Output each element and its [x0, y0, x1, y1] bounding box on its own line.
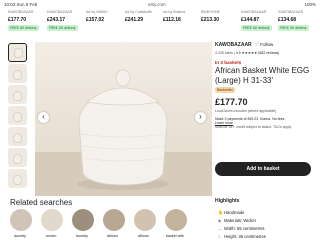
add-to-basket-button[interactable]: Add to basket — [215, 162, 311, 176]
thumbnail[interactable] — [8, 43, 27, 62]
bestseller-badge: Bestseller — [215, 87, 235, 93]
similar-item-shop: KAWOBAZAAR — [278, 10, 304, 14]
thumbnail[interactable] — [8, 148, 27, 167]
similar-item-price: £157.02 — [86, 17, 105, 23]
product-image[interactable]: ‹ › — [35, 42, 212, 196]
similar-items-strip: KAWOBAZAAR £177.70 FREE UK delivery KAWO… — [0, 9, 320, 35]
follow-button[interactable]: ♡ Follow — [255, 42, 273, 48]
product-title: African Basket White EGG (Large) H 31-33… — [215, 66, 310, 85]
free-delivery-badge: FREE UK delivery — [241, 25, 272, 31]
prev-image-button[interactable]: ‹ — [38, 112, 49, 123]
similar-item-shop: Ad by Botknot — [163, 10, 186, 14]
related-search-chip[interactable] — [165, 209, 187, 231]
sales-count: 4,328 sales — [215, 51, 233, 55]
next-image-button[interactable]: › — [195, 112, 206, 123]
similar-item-price: £177.70 — [8, 17, 27, 23]
related-search-chip[interactable] — [103, 209, 125, 231]
clock: 10:03 Sun 5 Feb — [4, 2, 38, 7]
free-delivery-badge: FREE UK delivery — [8, 25, 39, 31]
similar-item-price: £134.68 — [278, 17, 297, 23]
similar-item-price: £144.87 — [241, 17, 260, 23]
related-search-chip[interactable] — [134, 209, 156, 231]
highlight-row: ↕ Height: 35 centimetres — [218, 234, 266, 239]
similar-item-price: £112.18 — [163, 17, 181, 23]
similar-item-shop: Ad by CraftAndB — [125, 10, 152, 14]
related-search-label: laundry — [14, 234, 26, 238]
similar-item-shop: KAWOBAZAAR — [241, 10, 267, 14]
related-search-label: laundry — [76, 234, 88, 238]
status-bar: 10:03 Sun 5 Feb etsy.com 100% — [0, 0, 320, 9]
product-info-panel: KAWOBAZAAR ♡ Follow 4,328 sales | 4.9 ★★… — [215, 42, 317, 129]
similar-item-card[interactable]: KAWOBAZAAR £134.68 FREE UK delivery — [278, 9, 320, 35]
related-search-label: woven — [46, 234, 57, 238]
highlight-row: ✋Handmade — [218, 210, 245, 215]
thumbnail[interactable] — [8, 169, 27, 188]
similar-item-price: £241.29 — [125, 17, 144, 23]
highlights-heading: Highlights — [215, 198, 240, 204]
thumbnail[interactable] — [8, 127, 27, 146]
thumbnail[interactable] — [8, 106, 27, 125]
similar-item-shop: Ad by WAKKI — [86, 10, 108, 14]
thumbnail[interactable] — [8, 85, 27, 104]
related-search-chip[interactable] — [41, 209, 63, 231]
similar-item-price: £213.30 — [201, 17, 220, 23]
free-delivery-badge: FREE UK delivery — [47, 25, 78, 31]
basket-illustration — [77, 69, 169, 190]
shop-name[interactable]: KAWOBAZAAR — [215, 42, 252, 48]
highlight-row: ↔ Width: 55 centimetres — [218, 226, 265, 231]
tax-note: Local taxes included (where applicable) — [215, 109, 277, 113]
basket-count: In 3 baskets — [215, 60, 242, 65]
klarna-disclaimer: Must be 18+, credit subject to status. T… — [215, 125, 292, 129]
highlight-row: ◈ Materials: Wicker — [218, 218, 257, 223]
free-delivery-badge: FREE UK delivery — [278, 25, 309, 31]
product-price: £177.70 — [215, 97, 248, 107]
related-search-chip[interactable] — [10, 209, 32, 231]
related-search-label: african — [138, 234, 149, 238]
similar-item-shop: KAWOBAZAAR — [8, 10, 34, 14]
related-search-label: african — [107, 234, 118, 238]
thumbnail[interactable] — [8, 64, 27, 83]
similar-item-price: £243.17 — [47, 17, 66, 23]
battery-indicator: 100% — [304, 2, 316, 7]
address-bar[interactable]: etsy.com — [148, 2, 166, 7]
similar-item-shop: KAWOBAZAAR — [47, 10, 73, 14]
related-searches-heading: Related searches — [10, 198, 73, 207]
related-search-label: basket with — [166, 234, 184, 238]
related-search-chip[interactable] — [72, 209, 94, 231]
rating[interactable]: 4.9 ★★★★★ (682 reviews) — [236, 51, 280, 55]
similar-item-shop: BWEHOME — [201, 10, 220, 14]
